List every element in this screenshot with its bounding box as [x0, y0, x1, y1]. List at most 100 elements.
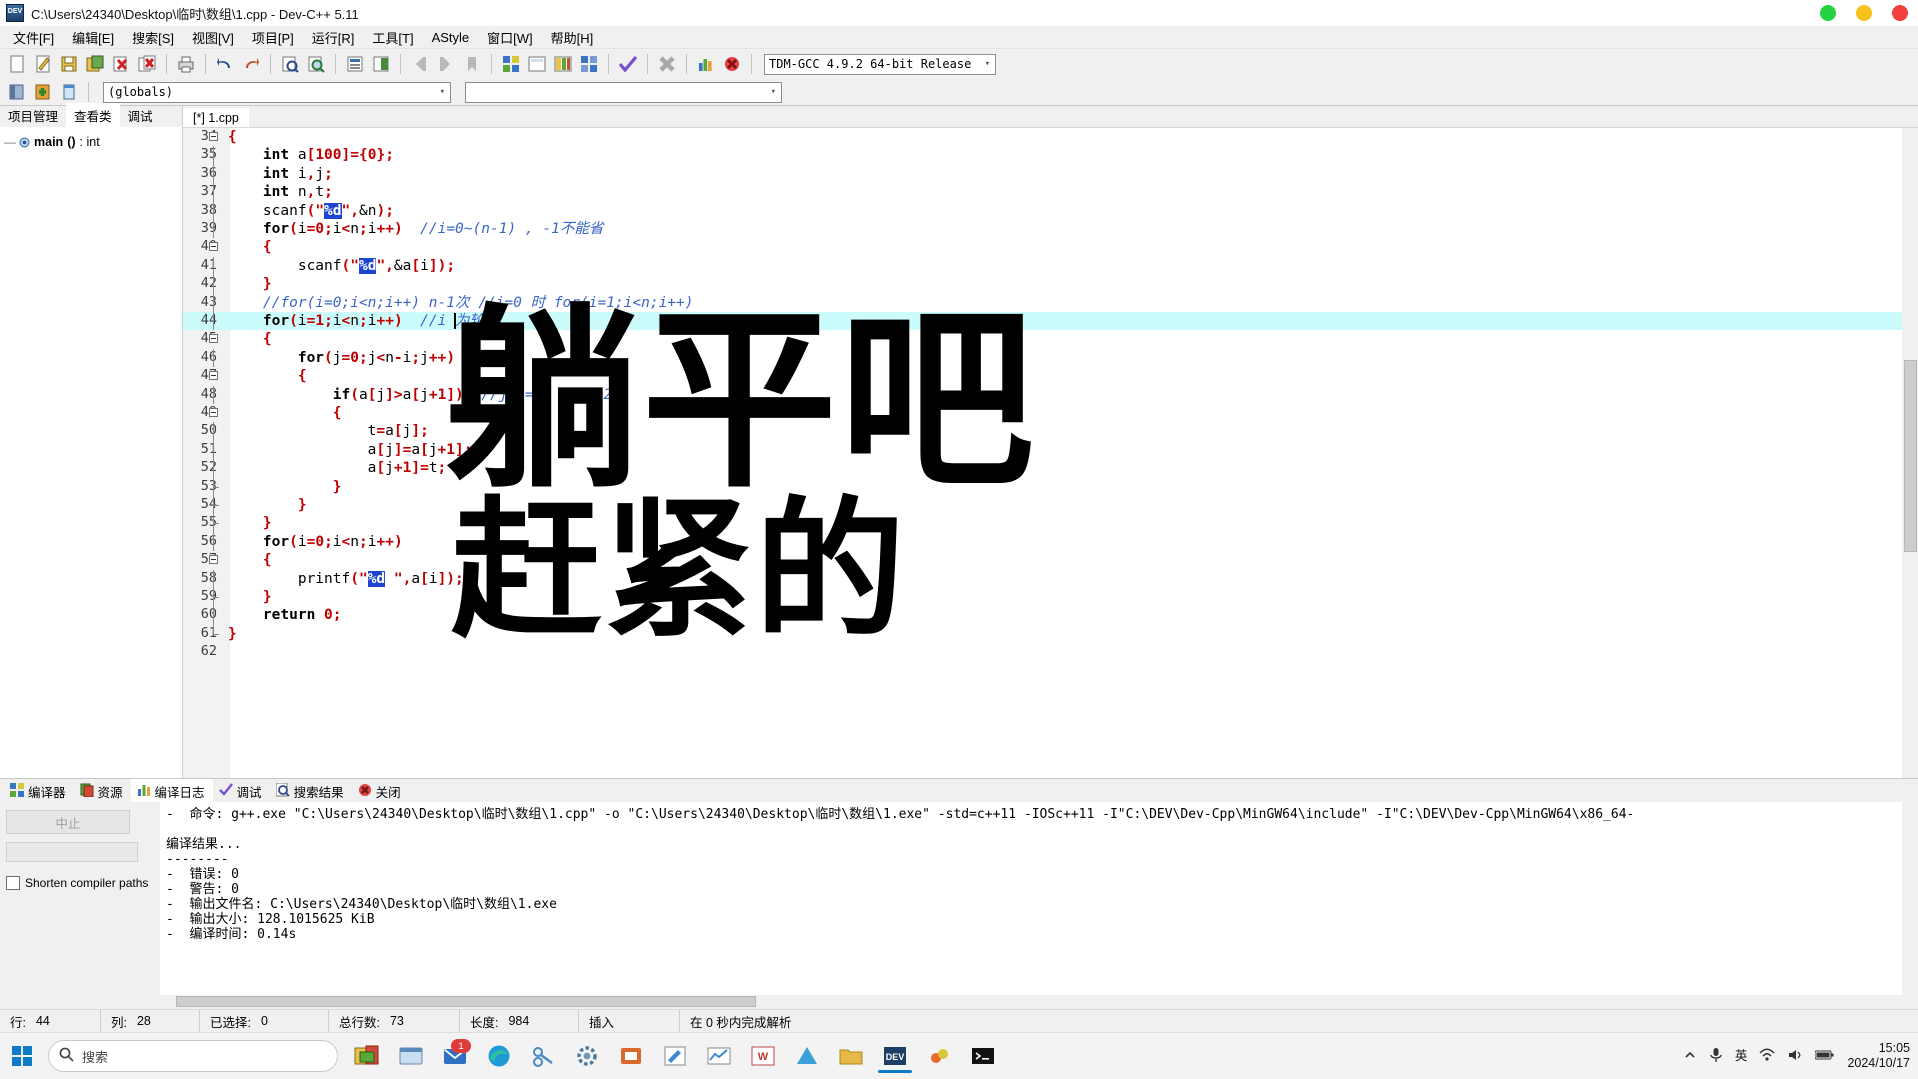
microphone-icon[interactable]: [1709, 1047, 1723, 1066]
close-file-icon[interactable]: [109, 52, 133, 76]
code-line[interactable]: 58 printf("%d ",a[i]);: [183, 569, 1918, 588]
fold-toggle-icon[interactable]: [209, 371, 218, 381]
project-view-icon[interactable]: [577, 52, 601, 76]
menu-view[interactable]: 视图[V]: [183, 26, 243, 49]
taskbar-mail-icon[interactable]: 1: [438, 1037, 472, 1075]
taskbar-wps-icon[interactable]: W: [746, 1037, 780, 1075]
taskbar-pinned-app-icon[interactable]: [350, 1037, 384, 1075]
code-line[interactable]: 44 for(i=1;i<n;i++) //i 为轮数: [183, 312, 1918, 331]
menu-run[interactable]: 运行[R]: [303, 26, 364, 49]
shorten-paths-row[interactable]: Shorten compiler paths: [6, 876, 154, 890]
code-line[interactable]: 53 }: [183, 477, 1918, 496]
code-line[interactable]: 50 t=a[j];: [183, 422, 1918, 441]
bottom-tab-debug[interactable]: 调试: [213, 779, 270, 803]
code-editor[interactable]: 34{35 int a[100]={0};36 int i,j;37 int n…: [183, 128, 1918, 778]
code-line[interactable]: 59 }: [183, 588, 1918, 607]
code-line[interactable]: 41 scanf("%d",&a[i]);: [183, 256, 1918, 276]
menu-astyle[interactable]: AStyle: [423, 28, 479, 47]
editor-tab-1cpp[interactable]: [*] 1.cpp: [183, 108, 249, 127]
menu-edit[interactable]: 编辑[E]: [63, 26, 123, 49]
code-line[interactable]: 43 //for(i=0;i<n;i++) n-1次 //i=0 时 for(i…: [183, 293, 1918, 312]
code-line[interactable]: 40 {: [183, 238, 1918, 256]
taskbar-notes-icon[interactable]: [658, 1037, 692, 1075]
code-line[interactable]: 46 for(j=0;j<n-i;j++): [183, 348, 1918, 368]
taskbar-store-icon[interactable]: [614, 1037, 648, 1075]
maximize-dot-icon[interactable]: [1856, 5, 1872, 21]
fold-toggle-icon[interactable]: [209, 242, 218, 252]
project-options-icon[interactable]: [525, 52, 549, 76]
taskbar-clock[interactable]: 15:05 2024/10/17: [1847, 1041, 1910, 1071]
insert-snippet-icon[interactable]: [5, 80, 29, 104]
wifi-icon[interactable]: [1759, 1048, 1775, 1065]
indent-icon[interactable]: [369, 52, 393, 76]
tray-expand-icon[interactable]: [1683, 1048, 1697, 1065]
code-line[interactable]: 39 for(i=0;i<n;i++) //i=0~(n-1) , -1不能省: [183, 220, 1918, 239]
taskbar-devcpp-icon[interactable]: DEV: [878, 1037, 912, 1075]
tree-item-main[interactable]: — main(): int: [4, 135, 178, 149]
menu-file[interactable]: 文件[F]: [4, 26, 63, 49]
log-horizontal-scrollbar[interactable]: [160, 995, 1902, 1009]
code-line[interactable]: 35 int a[100]={0};: [183, 146, 1918, 165]
code-line[interactable]: 34{: [183, 128, 1918, 146]
member-select[interactable]: ▾: [465, 81, 782, 103]
toggle-panel-icon[interactable]: [57, 80, 81, 104]
find-icon[interactable]: [278, 52, 302, 76]
tab-debug[interactable]: 调试: [120, 103, 161, 127]
print-icon[interactable]: [174, 52, 198, 76]
menu-project[interactable]: 项目[P]: [243, 26, 303, 49]
scope-select[interactable]: (globals) ▾: [103, 81, 451, 103]
save-icon[interactable]: [57, 52, 81, 76]
editor-scroll-thumb[interactable]: [1904, 360, 1917, 552]
menu-help[interactable]: 帮助[H]: [542, 26, 603, 49]
code-line[interactable]: 45 {: [183, 330, 1918, 348]
fold-toggle-icon[interactable]: [209, 408, 218, 417]
taskbar-explorer-icon[interactable]: [394, 1037, 428, 1075]
abort-button[interactable]: 中止: [6, 810, 130, 834]
editor-vertical-scrollbar[interactable]: [1902, 128, 1918, 778]
bottom-tab-search-results[interactable]: 搜索结果: [270, 779, 352, 803]
menu-search[interactable]: 搜索[S]: [123, 26, 183, 49]
code-line[interactable]: 51 a[j]=a[j+1];: [183, 440, 1918, 460]
close-dot-icon[interactable]: [1892, 5, 1908, 21]
fold-toggle-icon[interactable]: [209, 555, 218, 565]
new-file-icon[interactable]: [5, 52, 29, 76]
taskbar-terminal-icon[interactable]: [966, 1037, 1000, 1075]
taskbar-media-icon[interactable]: [922, 1037, 956, 1075]
code-line[interactable]: 36 int i,j;: [183, 164, 1918, 184]
code-line[interactable]: 61}: [183, 624, 1918, 643]
minimize-dot-icon[interactable]: [1820, 5, 1836, 21]
volume-icon[interactable]: [1787, 1048, 1803, 1065]
taskbar-edge-icon[interactable]: [482, 1037, 516, 1075]
code-line[interactable]: 37 int n,t;: [183, 183, 1918, 202]
code-line[interactable]: 62: [183, 643, 1918, 661]
undo-icon[interactable]: [213, 52, 237, 76]
replace-icon[interactable]: [304, 52, 328, 76]
code-line[interactable]: 47 {: [183, 367, 1918, 385]
fold-toggle-icon[interactable]: [209, 132, 218, 141]
goto-line-icon[interactable]: [343, 52, 367, 76]
bottom-tab-compiler[interactable]: 编译器: [4, 779, 74, 803]
code-line[interactable]: 54 }: [183, 496, 1918, 515]
taskbar-settings-icon[interactable]: [570, 1037, 604, 1075]
close-all-icon[interactable]: [135, 52, 159, 76]
taskbar-search[interactable]: 搜索: [48, 1040, 338, 1072]
code-line[interactable]: 56 for(i=0;i<n;i++): [183, 532, 1918, 552]
compiler-select[interactable]: TDM-GCC 4.9.2 64-bit Release ▾: [764, 53, 996, 75]
redo-icon[interactable]: [239, 52, 263, 76]
log-scroll-thumb[interactable]: [176, 996, 756, 1007]
bottom-tab-resource[interactable]: 资源: [74, 779, 131, 803]
log-vertical-scrollbar[interactable]: [1902, 802, 1918, 1009]
compile-log[interactable]: - 命令: g++.exe "C:\Users\24340\Desktop\临时…: [160, 802, 1918, 1009]
bottom-tab-close[interactable]: 关闭: [352, 779, 409, 803]
code-line[interactable]: 52 a[j+1]=t;: [183, 459, 1918, 478]
compile-options-icon[interactable]: [551, 52, 575, 76]
fold-toggle-icon[interactable]: [209, 334, 218, 344]
toggle-breakpoint-icon[interactable]: [31, 80, 55, 104]
taskbar-folder-icon[interactable]: [834, 1037, 868, 1075]
code-lines[interactable]: 34{35 int a[100]={0};36 int i,j;37 int n…: [183, 128, 1918, 778]
save-all-icon[interactable]: [83, 52, 107, 76]
code-line[interactable]: 48 if(a[j]>a[j+1]) //j+1=n a[n+2]: [183, 385, 1918, 404]
delete-profile-icon[interactable]: [720, 52, 744, 76]
menu-window[interactable]: 窗口[W]: [478, 26, 542, 49]
code-line[interactable]: 57 {: [183, 551, 1918, 569]
